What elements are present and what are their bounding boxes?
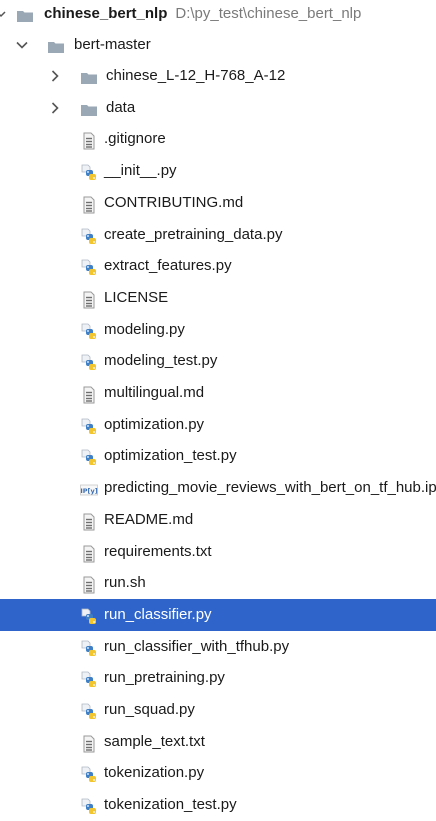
folder-icon — [80, 99, 98, 117]
tree-row-file-18[interactable]: run_squad.py — [0, 694, 436, 726]
file-name: run.sh — [104, 574, 146, 592]
folder-name: chinese_L-12_H-768_A-12 — [106, 67, 286, 84]
file-name: LICENSE — [104, 288, 169, 306]
project-tree: chinese_bert_nlp D:\py_test\chinese_bert_… — [0, 0, 436, 818]
text-file-icon — [80, 130, 98, 150]
tree-row-file-4[interactable]: extract_features.py — [0, 250, 436, 282]
tree-row-file-19[interactable]: sample_text.txt — [0, 726, 436, 758]
python-file-icon — [80, 257, 98, 276]
project-name: chinese_bert_nlp — [44, 5, 168, 22]
tree-row-file-0[interactable]: .gitignore — [0, 123, 436, 155]
tree-row-file-7[interactable]: modeling_test.py — [0, 345, 436, 377]
tree-row-file-5[interactable]: LICENSE — [0, 282, 436, 314]
chevron-right-icon[interactable] — [48, 60, 62, 92]
text-file-icon — [80, 733, 98, 753]
tree-row-file-21[interactable]: tokenization_test.py — [0, 789, 436, 821]
python-file-icon — [80, 606, 98, 624]
file-name: modeling_test.py — [104, 352, 218, 370]
tree-row-file-11[interactable]: IP[y] predicting_movie_reviews_with_bert… — [0, 472, 436, 504]
python-file-icon — [80, 764, 98, 783]
python-file-icon — [80, 796, 98, 815]
chevron-down-icon[interactable] — [0, 0, 8, 30]
file-name: run_classifier_with_tfhub.py — [104, 637, 290, 655]
project-name-label: chinese_bert_nlp D:\py_test\chinese_bert_… — [44, 0, 361, 30]
tree-row-file-9[interactable]: optimization.py — [0, 409, 436, 441]
folder-icon — [16, 5, 34, 23]
file-name: predicting_movie_reviews_with_bert_on_tf… — [104, 479, 436, 497]
tree-row-bert-master[interactable]: bert-master — [0, 29, 436, 61]
text-file-icon — [80, 574, 98, 594]
notebook-file-icon: IP[y] — [80, 479, 98, 497]
chevron-down-icon[interactable] — [15, 29, 29, 61]
text-file-icon — [80, 511, 98, 531]
file-name: sample_text.txt — [104, 732, 205, 750]
file-name: tokenization_test.py — [104, 796, 237, 814]
folder-icon — [80, 67, 98, 85]
tree-row-file-20[interactable]: tokenization.py — [0, 757, 436, 789]
file-name: requirements.txt — [104, 542, 212, 560]
file-name: run_pretraining.py — [104, 669, 225, 687]
tree-row-folder-1[interactable]: data — [0, 92, 436, 124]
file-name: run_classifier.py — [104, 605, 212, 623]
file-name: __init__.py — [104, 162, 177, 180]
file-name: .gitignore — [104, 130, 166, 148]
python-file-icon — [80, 352, 98, 371]
tree-row-file-1[interactable]: __init__.py — [0, 155, 436, 187]
file-name: CONTRIBUTING.md — [104, 193, 244, 211]
tree-row-file-15[interactable]: run_classifier.py — [0, 598, 436, 631]
tree-row-file-13[interactable]: requirements.txt — [0, 536, 436, 568]
tree-row-file-6[interactable]: modeling.py — [0, 314, 436, 346]
python-file-icon — [80, 447, 98, 466]
tree-row-file-2[interactable]: CONTRIBUTING.md — [0, 187, 436, 219]
tree-row-file-10[interactable]: optimization_test.py — [0, 440, 436, 472]
python-file-icon — [80, 226, 98, 244]
text-file-icon — [80, 289, 98, 309]
svg-text:IP[y]: IP[y] — [80, 487, 97, 495]
text-file-icon — [80, 384, 98, 404]
tree-row-file-3[interactable]: create_pretraining_data.py — [0, 219, 436, 251]
python-file-icon — [80, 416, 98, 434]
python-file-icon — [80, 321, 98, 339]
python-file-icon — [80, 669, 98, 688]
file-name: optimization.py — [104, 415, 205, 433]
file-name: multilingual.md — [104, 384, 205, 401]
text-file-icon — [80, 543, 98, 562]
python-file-icon — [80, 638, 98, 656]
tree-row-folder-0[interactable]: chinese_L-12_H-768_A-12 — [0, 60, 436, 92]
folder-icon — [47, 36, 65, 54]
chevron-right-icon[interactable] — [48, 92, 62, 124]
text-file-icon — [80, 194, 98, 214]
project-path: D:\py_test\chinese_bert_nlp — [175, 5, 362, 22]
folder-name: bert-master — [74, 36, 151, 53]
file-name: modeling.py — [104, 320, 185, 338]
python-file-icon — [80, 162, 98, 181]
file-name: extract_features.py — [104, 257, 232, 275]
tree-row-file-16[interactable]: run_classifier_with_tfhub.py — [0, 631, 436, 663]
tree-row-project[interactable]: chinese_bert_nlp D:\py_test\chinese_bert_… — [0, 0, 436, 30]
file-name: README.md — [104, 510, 194, 528]
tree-row-file-17[interactable]: run_pretraining.py — [0, 662, 436, 694]
tree-row-file-12[interactable]: README.md — [0, 504, 436, 536]
folder-name: data — [106, 98, 136, 116]
tree-row-file-8[interactable]: multilingual.md — [0, 377, 436, 409]
file-name: run_squad.py — [104, 701, 195, 718]
python-file-icon — [80, 701, 98, 719]
file-name: optimization_test.py — [104, 447, 237, 465]
file-name: tokenization.py — [104, 764, 205, 782]
file-name: create_pretraining_data.py — [104, 225, 283, 243]
tree-row-file-14[interactable]: run.sh — [0, 567, 436, 599]
